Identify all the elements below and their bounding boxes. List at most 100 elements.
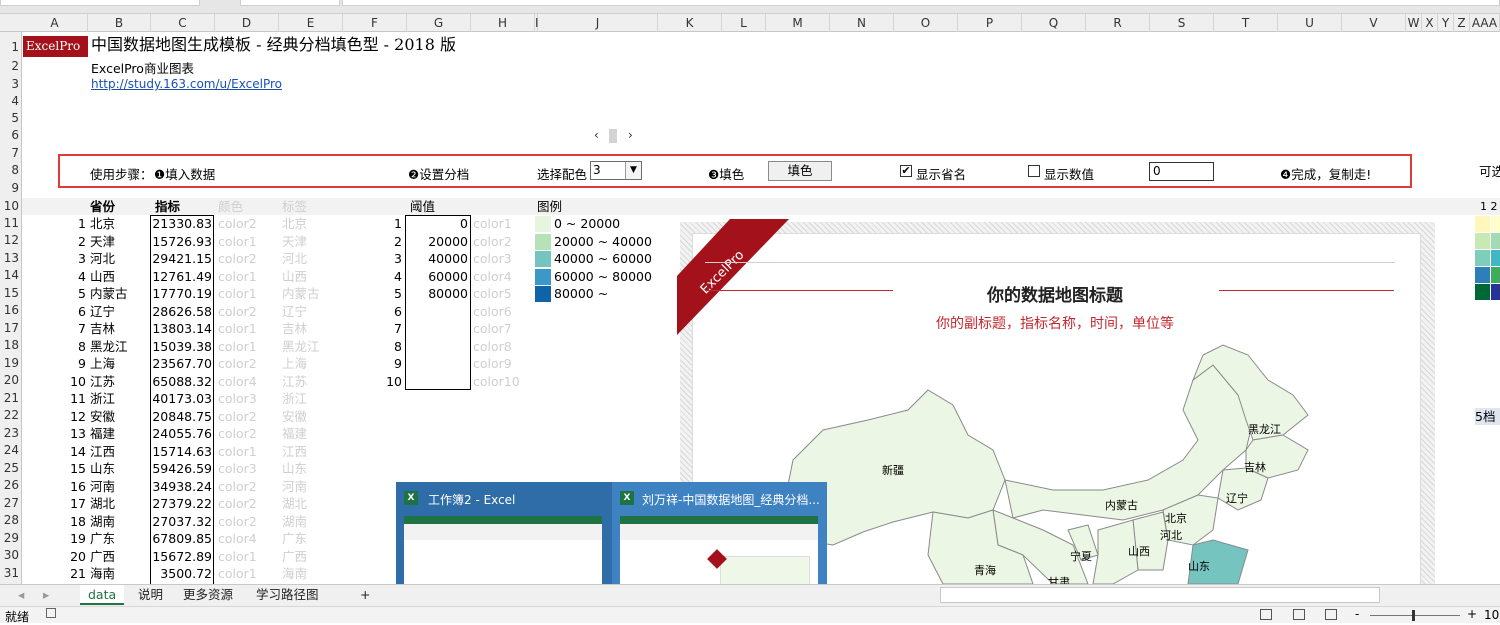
tab-scroll-right-icon[interactable]: ▸ bbox=[35, 585, 57, 605]
indicator-value-cell[interactable]: 15714.63 bbox=[150, 443, 212, 460]
threshold-index-cell[interactable]: 10 bbox=[380, 373, 402, 390]
tier-label[interactable]: 5档 bbox=[1475, 408, 1500, 425]
column-header[interactable]: L bbox=[722, 14, 766, 32]
column-header[interactable]: K bbox=[658, 14, 722, 32]
threshold-value-cell[interactable]: 0 bbox=[405, 215, 468, 232]
tab-scroll-left-icon[interactable]: ◂ bbox=[10, 585, 32, 605]
column-header[interactable]: G bbox=[407, 14, 471, 32]
threshold-value-cell[interactable] bbox=[405, 355, 468, 372]
indicator-value-cell[interactable]: 27037.32 bbox=[150, 513, 212, 530]
province-tag-cell[interactable]: 黑龙江 bbox=[282, 338, 320, 355]
column-header[interactable]: E bbox=[279, 14, 343, 32]
indicator-value-cell[interactable]: 15726.93 bbox=[150, 233, 212, 250]
study-link[interactable]: http://study.163.com/u/ExcelPro bbox=[91, 77, 282, 91]
column-header[interactable]: T bbox=[1214, 14, 1278, 32]
province-name-cell[interactable]: 海南 bbox=[90, 565, 115, 582]
province-color-cell[interactable]: color2 bbox=[218, 495, 257, 512]
province-index-cell[interactable]: 10 bbox=[60, 373, 86, 390]
threshold-color-cell[interactable]: color2 bbox=[473, 233, 512, 250]
column-header[interactable]: A bbox=[22, 14, 88, 32]
province-tag-cell[interactable]: 山西 bbox=[282, 268, 307, 285]
scroll-left-icon[interactable]: ‹ bbox=[594, 128, 599, 142]
threshold-value-cell[interactable]: 40000 bbox=[405, 250, 468, 267]
province-index-cell[interactable]: 11 bbox=[60, 390, 86, 407]
tab-notes[interactable]: 说明 bbox=[130, 585, 171, 605]
threshold-color-cell[interactable]: color8 bbox=[473, 338, 512, 355]
province-color-cell[interactable]: color2 bbox=[218, 250, 257, 267]
page-layout-icon[interactable] bbox=[1293, 609, 1305, 620]
province-name-cell[interactable]: 吉林 bbox=[90, 320, 115, 337]
column-header[interactable]: C bbox=[151, 14, 215, 32]
province-index-cell[interactable]: 13 bbox=[60, 425, 86, 442]
column-header[interactable]: D bbox=[215, 14, 279, 32]
province-color-cell[interactable]: color1 bbox=[218, 285, 257, 302]
province-name-cell[interactable]: 河北 bbox=[90, 250, 115, 267]
show-province-checkbox[interactable]: ✔ bbox=[900, 165, 912, 177]
province-tag-cell[interactable]: 山东 bbox=[282, 460, 307, 477]
palette-swatch[interactable] bbox=[1475, 267, 1490, 283]
row-header[interactable]: 5 bbox=[0, 110, 21, 127]
province-tag-cell[interactable]: 天津 bbox=[282, 233, 307, 250]
province-tag-cell[interactable]: 广西 bbox=[282, 548, 307, 565]
row-header[interactable]: 12 bbox=[0, 232, 21, 249]
province-name-cell[interactable]: 安徽 bbox=[90, 408, 115, 425]
threshold-index-cell[interactable]: 6 bbox=[380, 303, 402, 320]
horizontal-scrollbar[interactable] bbox=[940, 587, 1380, 603]
province-color-cell[interactable]: color2 bbox=[218, 408, 257, 425]
row-header[interactable]: 18 bbox=[0, 337, 21, 354]
page-break-icon[interactable] bbox=[1325, 609, 1337, 620]
province-color-cell[interactable]: color1 bbox=[218, 268, 257, 285]
chevron-down-icon[interactable]: ▼ bbox=[625, 162, 641, 179]
row-header[interactable]: 9 bbox=[0, 180, 21, 197]
threshold-color-cell[interactable]: color6 bbox=[473, 303, 512, 320]
province-tag-cell[interactable]: 浙江 bbox=[282, 390, 307, 407]
column-header[interactable]: O bbox=[894, 14, 958, 32]
column-header[interactable]: W bbox=[1406, 14, 1422, 32]
indicator-value-cell[interactable]: 15039.38 bbox=[150, 338, 212, 355]
indicator-value-cell[interactable]: 13803.14 bbox=[150, 320, 212, 337]
threshold-color-cell[interactable]: color4 bbox=[473, 268, 512, 285]
province-tag-cell[interactable]: 北京 bbox=[282, 215, 307, 232]
province-color-cell[interactable]: color1 bbox=[218, 320, 257, 337]
mini-scrollbar[interactable]: ‹ › bbox=[588, 128, 640, 144]
province-name-cell[interactable]: 浙江 bbox=[90, 390, 115, 407]
column-header[interactable]: V bbox=[1342, 14, 1406, 32]
province-name-cell[interactable]: 河南 bbox=[90, 478, 115, 495]
row-header[interactable]: 6 bbox=[0, 127, 21, 144]
threshold-color-cell[interactable]: color5 bbox=[473, 285, 512, 302]
column-header[interactable]: Q bbox=[1022, 14, 1086, 32]
threshold-color-cell[interactable]: color10 bbox=[473, 373, 520, 390]
province-index-cell[interactable]: 21 bbox=[60, 565, 86, 582]
province-color-cell[interactable]: color4 bbox=[218, 373, 257, 390]
province-color-cell[interactable]: color2 bbox=[218, 425, 257, 442]
province-index-cell[interactable]: 16 bbox=[60, 478, 86, 495]
province-name-cell[interactable]: 湖北 bbox=[90, 495, 115, 512]
province-name-cell[interactable]: 内蒙古 bbox=[90, 285, 128, 302]
indicator-value-cell[interactable]: 20848.75 bbox=[150, 408, 212, 425]
threshold-index-cell[interactable]: 5 bbox=[380, 285, 402, 302]
row-header[interactable]: 29 bbox=[0, 530, 21, 547]
threshold-index-cell[interactable]: 7 bbox=[380, 320, 402, 337]
threshold-color-cell[interactable]: color9 bbox=[473, 355, 512, 372]
row-header[interactable]: 17 bbox=[0, 320, 21, 337]
scroll-thumb[interactable] bbox=[609, 129, 617, 143]
row-header[interactable]: 1 bbox=[0, 39, 21, 56]
province-index-cell[interactable]: 8 bbox=[60, 338, 86, 355]
province-name-cell[interactable]: 湖南 bbox=[90, 513, 115, 530]
zoom-out-button[interactable]: - bbox=[1355, 607, 1359, 621]
row-header[interactable]: 7 bbox=[0, 145, 21, 162]
row-header[interactable]: 26 bbox=[0, 477, 21, 494]
indicator-value-cell[interactable]: 67809.85 bbox=[150, 530, 212, 547]
palette-swatch[interactable] bbox=[1491, 267, 1500, 283]
province-tag-cell[interactable]: 江西 bbox=[282, 443, 307, 460]
row-header[interactable]: 22 bbox=[0, 407, 21, 424]
row-header[interactable]: 15 bbox=[0, 285, 21, 302]
province-tag-cell[interactable]: 湖南 bbox=[282, 513, 307, 530]
province-color-cell[interactable]: color4 bbox=[218, 530, 257, 547]
row-header[interactable]: 21 bbox=[0, 390, 21, 407]
row-header[interactable]: 31 bbox=[0, 565, 21, 582]
province-tag-cell[interactable]: 河南 bbox=[282, 478, 307, 495]
scroll-right-icon[interactable]: › bbox=[628, 128, 633, 142]
palette-swatch[interactable] bbox=[1491, 284, 1500, 300]
province-tag-cell[interactable]: 广东 bbox=[282, 530, 307, 547]
